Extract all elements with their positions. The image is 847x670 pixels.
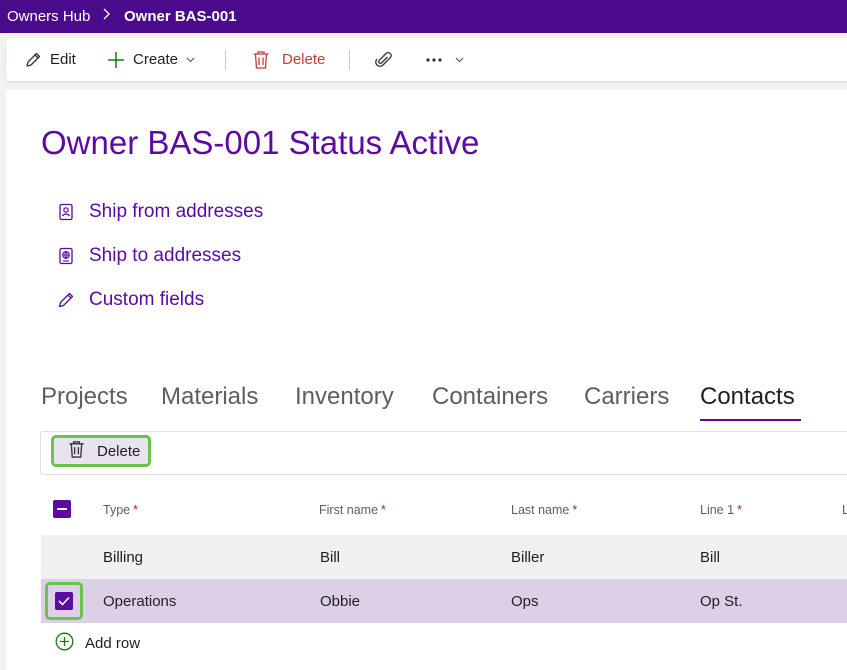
cell-first-name[interactable]: Bill: [320, 549, 340, 566]
add-row-button[interactable]: Add row: [55, 632, 140, 655]
ship-from-addresses-link[interactable]: Ship from addresses: [54, 200, 263, 224]
cell-last-name[interactable]: Biller: [511, 549, 544, 566]
row-checkbox[interactable]: [55, 592, 73, 610]
toolbar-divider: [349, 50, 350, 70]
ship-to-addresses-link[interactable]: Ship to addresses: [54, 244, 241, 268]
ship-from-addresses-label: Ship from addresses: [89, 201, 264, 222]
edit-label: Edit: [50, 51, 76, 68]
pencil-icon: [24, 51, 42, 69]
delete-rows-button[interactable]: Delete: [51, 435, 151, 467]
globe-card-icon: [54, 244, 78, 268]
delete-button[interactable]: Delete: [252, 38, 325, 81]
breadcrumb-current: Owner BAS-001: [124, 8, 237, 25]
cell-line-1[interactable]: Bill: [700, 549, 720, 566]
paperclip-icon: [375, 51, 393, 69]
cell-first-name[interactable]: Obbie: [320, 593, 360, 610]
cell-last-name[interactable]: Ops: [511, 593, 539, 610]
create-button[interactable]: Create: [107, 38, 195, 81]
select-all-checkbox[interactable]: [53, 500, 71, 518]
custom-fields-label: Custom fields: [89, 289, 205, 310]
page-title: Owner BAS-001 Status Active: [41, 124, 480, 161]
tab-materials[interactable]: Materials: [161, 383, 258, 411]
column-header-last-name[interactable]: Last name *: [511, 503, 577, 517]
delete-label: Delete: [282, 51, 326, 68]
record-panel: Owner BAS-001 Status Active Ship from ad…: [6, 90, 847, 670]
ship-to-addresses-label: Ship to addresses: [89, 245, 242, 266]
toolbar-divider: [225, 50, 226, 70]
ellipsis-icon: [425, 57, 443, 63]
breadcrumb-root-link[interactable]: Owners Hub: [7, 8, 90, 25]
custom-fields-link[interactable]: Custom fields: [54, 288, 204, 312]
grid-header: Type * First name * Last name * Line 1 * L: [41, 485, 847, 533]
command-bar: Edit Create Delete: [6, 38, 847, 81]
table-row[interactable]: Operations Obbie Ops Op St.: [41, 579, 847, 623]
edit-button[interactable]: Edit: [24, 38, 76, 81]
chevron-right-icon: [103, 7, 111, 25]
cell-line-1[interactable]: Op St.: [700, 593, 743, 610]
column-header-first-name[interactable]: First name *: [319, 503, 386, 517]
trash-icon: [54, 440, 85, 463]
tab-inventory[interactable]: Inventory: [295, 383, 394, 411]
tab-projects[interactable]: Projects: [41, 383, 128, 411]
plus-icon: [107, 51, 125, 69]
attach-button[interactable]: [375, 38, 393, 81]
create-label: Create: [133, 51, 179, 68]
row-checkbox-highlight: [45, 582, 83, 620]
tab-contacts[interactable]: Contacts: [700, 383, 795, 411]
column-header-line-1[interactable]: Line 1 *: [700, 503, 742, 517]
more-options-button[interactable]: [425, 38, 464, 81]
cell-type[interactable]: Billing: [103, 549, 143, 566]
grid-toolbar: Delete: [40, 431, 847, 475]
column-header-line-2[interactable]: L: [842, 503, 847, 517]
breadcrumb: Owners Hub Owner BAS-001: [0, 0, 847, 33]
chevron-down-icon: [186, 57, 195, 63]
chevron-down-icon: [455, 57, 464, 63]
cell-type[interactable]: Operations: [103, 593, 176, 610]
trash-icon: [252, 50, 270, 70]
table-row[interactable]: Billing Bill Biller Bill: [41, 535, 847, 579]
pencil-icon: [54, 288, 78, 312]
tab-containers[interactable]: Containers: [432, 383, 548, 411]
add-circle-icon: [55, 632, 74, 655]
active-tab-indicator: [700, 419, 801, 421]
column-header-type[interactable]: Type *: [103, 503, 138, 517]
tab-carriers[interactable]: Carriers: [584, 383, 669, 411]
delete-rows-label: Delete: [97, 442, 141, 460]
contact-card-icon: [54, 200, 78, 224]
add-row-label: Add row: [85, 635, 141, 652]
